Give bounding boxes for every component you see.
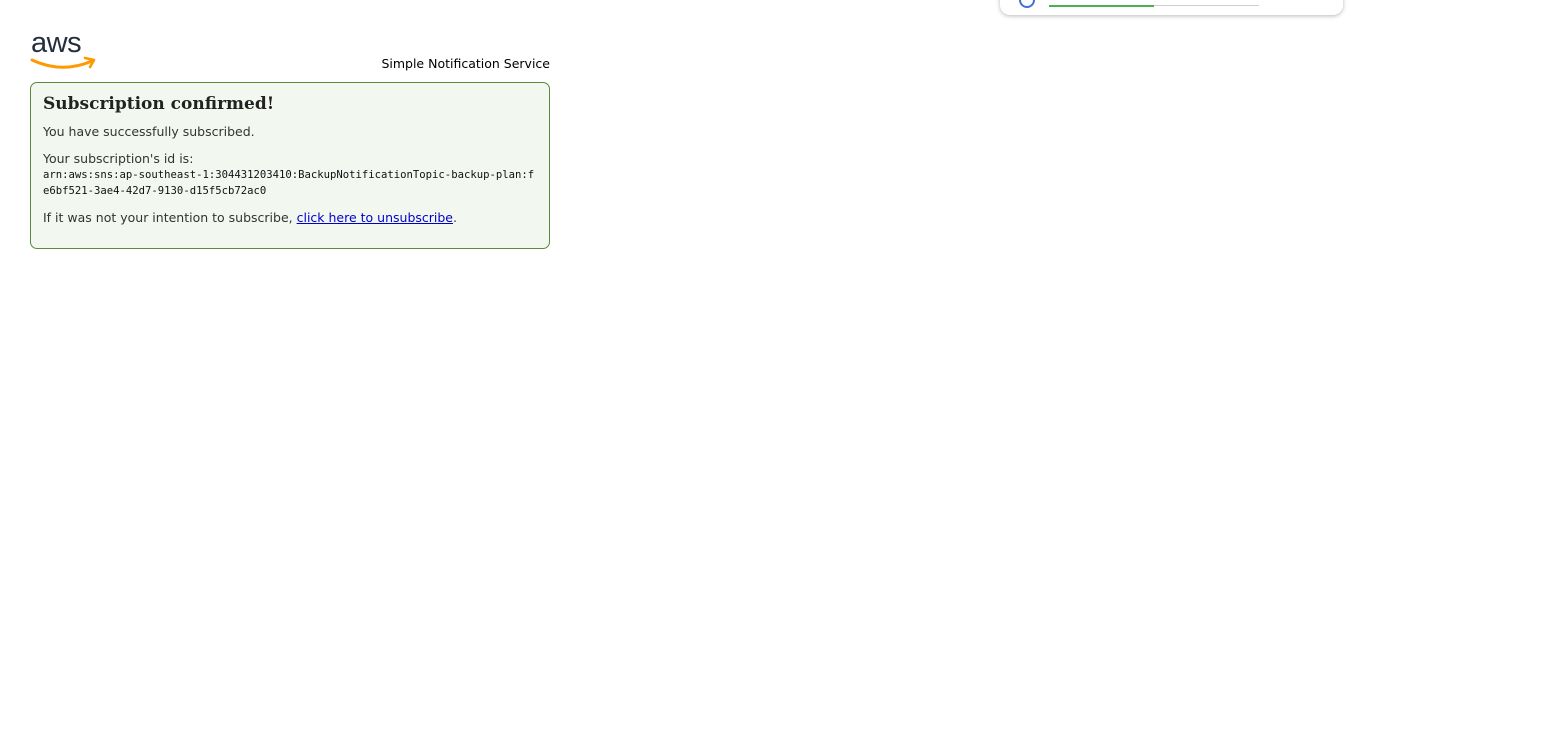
unsubscribe-suffix: . <box>453 210 457 225</box>
aws-logo: aws <box>30 28 96 69</box>
subscription-id-block: Your subscription's id is: arn:aws:sns:a… <box>43 151 537 199</box>
main-container: aws Simple Notification Service Subscrip… <box>30 28 550 249</box>
confirmation-title: Subscription confirmed! <box>43 94 275 114</box>
progress-track <box>1049 4 1259 7</box>
page: aws Simple Notification Service Subscrip… <box>0 0 1555 739</box>
success-message: You have successfully subscribed. <box>43 124 255 139</box>
header: aws Simple Notification Service <box>30 28 550 82</box>
service-name: Simple Notification Service <box>381 56 550 71</box>
progress-fill <box>1049 4 1154 7</box>
unsubscribe-prefix: If it was not your intention to subscrib… <box>43 210 297 225</box>
loading-icon <box>1019 0 1035 8</box>
subscription-arn: arn:aws:sns:ap-southeast-1:304431203410:… <box>43 169 535 197</box>
subscription-id-label: Your subscription's id is: <box>43 151 194 166</box>
download-progress-popup[interactable] <box>1000 0 1343 15</box>
confirmation-box: Subscription confirmed! You have success… <box>30 82 550 249</box>
unsubscribe-link[interactable]: click here to unsubscribe <box>297 210 453 225</box>
unsubscribe-line: If it was not your intention to subscrib… <box>43 210 537 226</box>
logo-text: aws <box>31 28 81 59</box>
